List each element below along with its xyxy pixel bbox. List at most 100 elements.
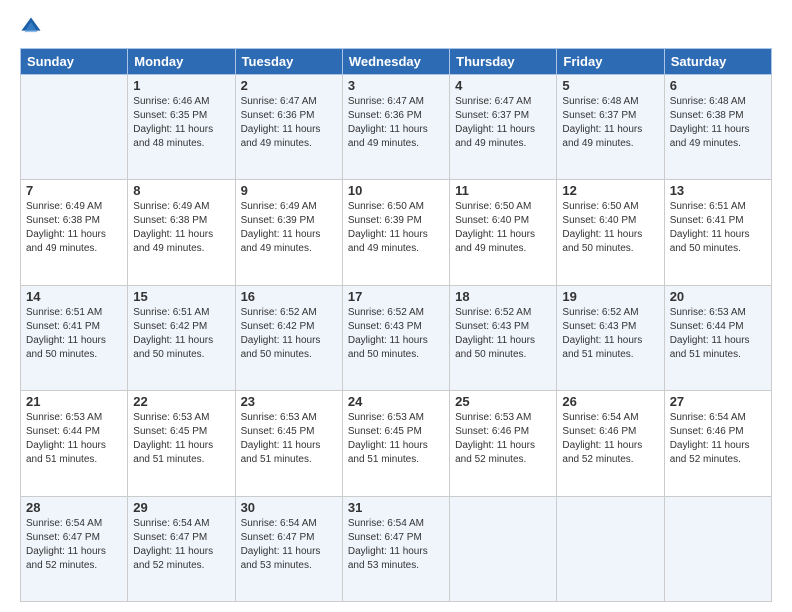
day-info: Sunrise: 6:54 AM Sunset: 6:46 PM Dayligh… (670, 411, 766, 467)
weekday-header-thursday: Thursday (450, 49, 557, 75)
day-info: Sunrise: 6:53 AM Sunset: 6:46 PM Dayligh… (455, 411, 551, 467)
day-number: 25 (455, 394, 551, 409)
calendar-cell (21, 75, 128, 180)
calendar-cell (557, 496, 664, 601)
day-info: Sunrise: 6:50 AM Sunset: 6:39 PM Dayligh… (348, 200, 444, 256)
calendar-week-row: 28 Sunrise: 6:54 AM Sunset: 6:47 PM Dayli… (21, 496, 772, 601)
weekday-header-monday: Monday (128, 49, 235, 75)
calendar-week-row: 21Sunrise: 6:53 AM Sunset: 6:44 PM Dayli… (21, 391, 772, 496)
calendar-cell: 5 Sunrise: 6:48 AM Sunset: 6:37 PM Daylig… (557, 75, 664, 180)
day-number: 12 (562, 183, 658, 198)
day-number: 1 (133, 78, 229, 93)
day-info: Sunrise: 6:54 AM Sunset: 6:47 PM Dayligh… (241, 517, 337, 573)
calendar-cell: 4Sunrise: 6:47 AM Sunset: 6:37 PM Daylig… (450, 75, 557, 180)
day-number: 26 (562, 394, 658, 409)
day-info: Sunrise: 6:47 AM Sunset: 6:36 PM Dayligh… (348, 95, 444, 151)
day-number: 8 (133, 183, 229, 198)
day-info: Sunrise: 6:47 AM Sunset: 6:36 PM Dayligh… (241, 95, 337, 151)
calendar-cell: 31 Sunrise: 6:54 AM Sunset: 6:47 PM Dayli… (342, 496, 449, 601)
header (20, 16, 772, 38)
day-info: Sunrise: 6:52 AM Sunset: 6:43 PM Dayligh… (562, 306, 658, 362)
day-number: 4 (455, 78, 551, 93)
day-number: 13 (670, 183, 766, 198)
calendar-cell: 1 Sunrise: 6:46 AM Sunset: 6:35 PM Daylig… (128, 75, 235, 180)
day-number: 18 (455, 289, 551, 304)
day-info: Sunrise: 6:50 AM Sunset: 6:40 PM Dayligh… (455, 200, 551, 256)
calendar-cell: 23 Sunrise: 6:53 AM Sunset: 6:45 PM Dayli… (235, 391, 342, 496)
calendar-cell: 15Sunrise: 6:51 AM Sunset: 6:42 PM Dayli… (128, 285, 235, 390)
day-info: Sunrise: 6:53 AM Sunset: 6:45 PM Dayligh… (133, 411, 229, 467)
day-number: 6 (670, 78, 766, 93)
calendar-cell: 6 Sunrise: 6:48 AM Sunset: 6:38 PM Daylig… (664, 75, 771, 180)
day-number: 21 (26, 394, 122, 409)
day-info: Sunrise: 6:46 AM Sunset: 6:35 PM Dayligh… (133, 95, 229, 151)
weekday-header-tuesday: Tuesday (235, 49, 342, 75)
day-number: 9 (241, 183, 337, 198)
calendar-cell: 21Sunrise: 6:53 AM Sunset: 6:44 PM Dayli… (21, 391, 128, 496)
day-number: 30 (241, 500, 337, 515)
calendar-cell: 9 Sunrise: 6:49 AM Sunset: 6:39 PM Daylig… (235, 180, 342, 285)
calendar-cell: 22 Sunrise: 6:53 AM Sunset: 6:45 PM Dayli… (128, 391, 235, 496)
day-number: 24 (348, 394, 444, 409)
calendar-week-row: 1 Sunrise: 6:46 AM Sunset: 6:35 PM Daylig… (21, 75, 772, 180)
calendar-cell: 29Sunrise: 6:54 AM Sunset: 6:47 PM Dayli… (128, 496, 235, 601)
weekday-header-row: SundayMondayTuesdayWednesdayThursdayFrid… (21, 49, 772, 75)
calendar-cell: 24 Sunrise: 6:53 AM Sunset: 6:45 PM Dayli… (342, 391, 449, 496)
day-number: 27 (670, 394, 766, 409)
day-number: 15 (133, 289, 229, 304)
calendar-cell (450, 496, 557, 601)
calendar-cell: 17 Sunrise: 6:52 AM Sunset: 6:43 PM Dayli… (342, 285, 449, 390)
day-info: Sunrise: 6:50 AM Sunset: 6:40 PM Dayligh… (562, 200, 658, 256)
day-number: 16 (241, 289, 337, 304)
day-info: Sunrise: 6:49 AM Sunset: 6:39 PM Dayligh… (241, 200, 337, 256)
day-info: Sunrise: 6:53 AM Sunset: 6:44 PM Dayligh… (670, 306, 766, 362)
calendar-cell: 28Sunrise: 6:54 AM Sunset: 6:47 PM Dayli… (21, 496, 128, 601)
day-info: Sunrise: 6:54 AM Sunset: 6:47 PM Dayligh… (348, 517, 444, 573)
weekday-header-wednesday: Wednesday (342, 49, 449, 75)
day-number: 11 (455, 183, 551, 198)
calendar-cell: 14Sunrise: 6:51 AM Sunset: 6:41 PM Dayli… (21, 285, 128, 390)
day-info: Sunrise: 6:51 AM Sunset: 6:41 PM Dayligh… (670, 200, 766, 256)
calendar-cell: 11 Sunrise: 6:50 AM Sunset: 6:40 PM Dayli… (450, 180, 557, 285)
day-number: 19 (562, 289, 658, 304)
calendar-cell: 19 Sunrise: 6:52 AM Sunset: 6:43 PM Dayli… (557, 285, 664, 390)
day-number: 3 (348, 78, 444, 93)
day-info: Sunrise: 6:54 AM Sunset: 6:46 PM Dayligh… (562, 411, 658, 467)
calendar-cell: 18 Sunrise: 6:52 AM Sunset: 6:43 PM Dayli… (450, 285, 557, 390)
day-info: Sunrise: 6:53 AM Sunset: 6:45 PM Dayligh… (348, 411, 444, 467)
weekday-header-saturday: Saturday (664, 49, 771, 75)
day-info: Sunrise: 6:48 AM Sunset: 6:37 PM Dayligh… (562, 95, 658, 151)
day-number: 10 (348, 183, 444, 198)
calendar-cell: 25 Sunrise: 6:53 AM Sunset: 6:46 PM Dayli… (450, 391, 557, 496)
calendar-week-row: 14Sunrise: 6:51 AM Sunset: 6:41 PM Dayli… (21, 285, 772, 390)
calendar-cell: 12 Sunrise: 6:50 AM Sunset: 6:40 PM Dayli… (557, 180, 664, 285)
calendar-cell: 30 Sunrise: 6:54 AM Sunset: 6:47 PM Dayli… (235, 496, 342, 601)
calendar-cell: 27 Sunrise: 6:54 AM Sunset: 6:46 PM Dayli… (664, 391, 771, 496)
weekday-header-friday: Friday (557, 49, 664, 75)
calendar-cell: 3 Sunrise: 6:47 AM Sunset: 6:36 PM Daylig… (342, 75, 449, 180)
calendar-cell: 2 Sunrise: 6:47 AM Sunset: 6:36 PM Daylig… (235, 75, 342, 180)
calendar-cell: 20 Sunrise: 6:53 AM Sunset: 6:44 PM Dayli… (664, 285, 771, 390)
calendar-cell: 8 Sunrise: 6:49 AM Sunset: 6:38 PM Daylig… (128, 180, 235, 285)
day-number: 7 (26, 183, 122, 198)
day-number: 14 (26, 289, 122, 304)
calendar-week-row: 7 Sunrise: 6:49 AM Sunset: 6:38 PM Daylig… (21, 180, 772, 285)
day-number: 28 (26, 500, 122, 515)
day-info: Sunrise: 6:53 AM Sunset: 6:45 PM Dayligh… (241, 411, 337, 467)
day-info: Sunrise: 6:48 AM Sunset: 6:38 PM Dayligh… (670, 95, 766, 151)
day-number: 17 (348, 289, 444, 304)
day-number: 23 (241, 394, 337, 409)
calendar-cell (664, 496, 771, 601)
day-number: 2 (241, 78, 337, 93)
weekday-header-sunday: Sunday (21, 49, 128, 75)
day-number: 22 (133, 394, 229, 409)
calendar-cell: 16 Sunrise: 6:52 AM Sunset: 6:42 PM Dayli… (235, 285, 342, 390)
day-info: Sunrise: 6:49 AM Sunset: 6:38 PM Dayligh… (133, 200, 229, 256)
day-info: Sunrise: 6:52 AM Sunset: 6:42 PM Dayligh… (241, 306, 337, 362)
day-info: Sunrise: 6:52 AM Sunset: 6:43 PM Dayligh… (348, 306, 444, 362)
day-number: 20 (670, 289, 766, 304)
day-number: 31 (348, 500, 444, 515)
day-number: 29 (133, 500, 229, 515)
day-number: 5 (562, 78, 658, 93)
day-info: Sunrise: 6:52 AM Sunset: 6:43 PM Dayligh… (455, 306, 551, 362)
